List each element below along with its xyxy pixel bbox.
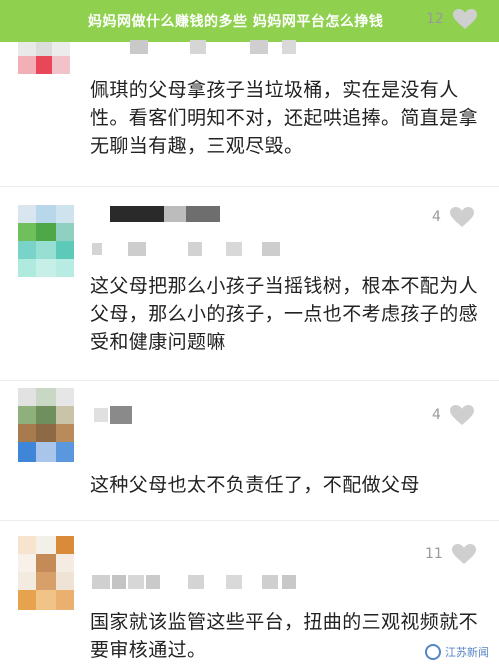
like-control[interactable]: 12 (426, 8, 478, 30)
comment-divider (0, 520, 499, 521)
comment-divider (0, 186, 499, 187)
banner-title: 妈妈网做什么赚钱的多些 妈妈网平台怎么挣钱 (88, 14, 384, 30)
watermark-text: 江苏新闻 (445, 646, 489, 659)
title-banner: 妈妈网做什么赚钱的多些 妈妈网平台怎么挣钱 (0, 0, 499, 42)
comment-text: 这种父母也太不负责任了，不配做父母 (90, 474, 420, 496)
username-blurred (110, 406, 132, 424)
username-blurred (282, 40, 296, 54)
watermark: 江苏新闻 (425, 644, 489, 660)
meta-blurred (188, 242, 202, 256)
username-blurred (250, 40, 268, 54)
username-blurred (164, 206, 186, 222)
meta-blurred (128, 242, 146, 256)
meta-blurred (92, 575, 110, 589)
username-blurred (94, 408, 108, 422)
meta-blurred (262, 575, 278, 589)
username-blurred (110, 206, 164, 222)
avatar[interactable] (18, 42, 70, 74)
news-logo-icon (425, 644, 441, 660)
meta-blurred (92, 243, 102, 255)
meta-blurred (262, 242, 280, 256)
comment-text: 佩琪的父母拿孩子当垃圾桶，实在是没有人性。看客们明知不对，还起哄追捧。简直是拿无… (90, 79, 479, 157)
comment-text: 国家就该监管这些平台，扭曲的三观视频就不要审核通过。 (90, 611, 479, 661)
like-count: 12 (426, 11, 444, 27)
meta-blurred (112, 575, 126, 589)
heart-icon (449, 405, 474, 425)
heart-icon (449, 207, 474, 227)
avatar[interactable] (18, 205, 74, 277)
avatar[interactable] (18, 388, 74, 462)
like-count: 11 (425, 546, 443, 562)
like-control[interactable]: 11 (425, 543, 477, 565)
avatar[interactable] (18, 536, 74, 610)
username-blurred (130, 40, 148, 54)
like-control[interactable]: 4 (432, 404, 475, 426)
like-control[interactable]: 4 (432, 206, 475, 228)
comment-divider (0, 380, 499, 381)
meta-blurred (188, 575, 204, 589)
like-count: 4 (432, 407, 441, 423)
comment-text: 这父母把那么小孩子当摇钱树，根本不配为人父母，那么小的孩子，一点也不考虑孩子的感… (90, 275, 479, 353)
meta-blurred (226, 575, 242, 589)
like-count: 4 (432, 209, 441, 225)
meta-blurred (226, 242, 242, 256)
heart-icon (451, 544, 476, 564)
username-blurred (186, 206, 220, 222)
meta-blurred (282, 575, 296, 589)
heart-icon (452, 9, 477, 29)
meta-blurred (146, 575, 160, 589)
username-blurred (190, 40, 206, 54)
meta-blurred (128, 575, 144, 589)
